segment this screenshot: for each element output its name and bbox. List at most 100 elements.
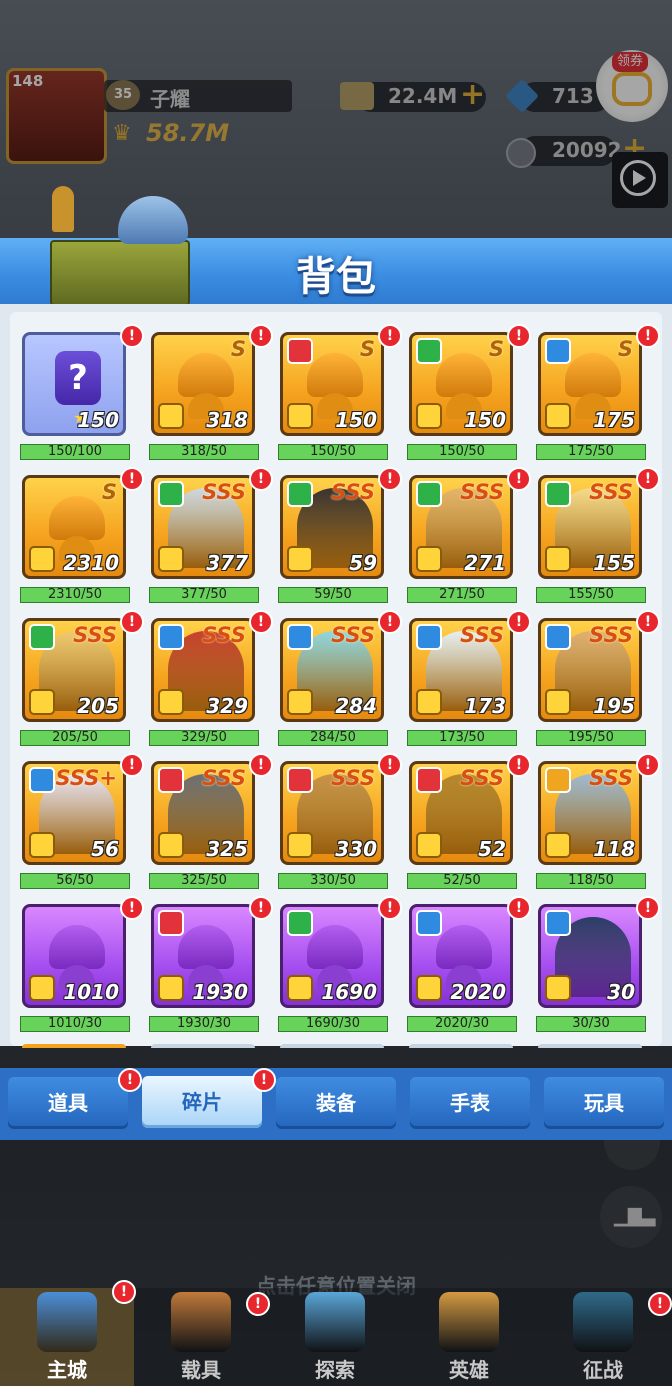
item-card[interactable]: SSS 377 [151,475,255,579]
item-card[interactable]: S 318 [151,332,255,436]
item-card[interactable]: SSS 52 [409,761,513,865]
item-card[interactable]: SSS+ 56 [22,761,126,865]
item-card[interactable]: 1010 [22,904,126,1008]
fragment-icon [416,689,442,715]
item-card[interactable]: 1930 [151,904,255,1008]
alert-badge: ! [249,896,273,920]
faction-red-icon [158,767,184,793]
progress-bar: 1690/30 [278,1016,388,1032]
faction-blue-icon [287,624,313,650]
alert-badge: ! [120,324,144,348]
tab-toys[interactable]: 玩具 [544,1077,664,1129]
faction-green-icon [545,481,571,507]
fragment-count: 30 [607,980,635,1004]
nav-alert-badge: ! [648,1292,672,1316]
fragment-icon [545,975,571,1001]
item-card[interactable]: S 2310 [22,475,126,579]
item-card[interactable]: ? ★ 150 [22,332,126,436]
item-card[interactable]: S 150 [280,332,384,436]
item-card[interactable]: 1690 [280,904,384,1008]
faction-blue-icon [158,624,184,650]
progress-text: 56/50 [56,873,94,888]
backpack-title: 背包 [296,254,376,300]
progress-text: 271/50 [439,587,485,602]
alert-badge: ! [507,467,531,491]
campaign-icon [573,1292,633,1352]
shell-icon [52,186,74,232]
item-card[interactable]: SSS 173 [409,618,513,722]
progress-text: 150/50 [439,444,485,459]
nav-main-city[interactable]: 主城 [2,1288,132,1386]
next-row-card [409,1044,513,1048]
nav-label: 英雄 [449,1358,489,1382]
fragment-count: 150 [77,408,119,432]
progress-text: 2020/30 [434,1016,489,1031]
item-card[interactable]: SSS 271 [409,475,513,579]
rank-label: SSS+ [55,766,117,790]
tab-watches[interactable]: 手表 [410,1077,530,1129]
progress-bar: 150/50 [278,444,388,460]
fragment-count: 1690 [321,980,377,1004]
nav-label: 主城 [47,1358,87,1382]
progress-bar: 155/50 [536,587,646,603]
item-card[interactable]: SSS 330 [280,761,384,865]
rank-label: SSS [460,766,504,790]
helmet-icon [436,353,492,397]
progress-bar: 173/50 [407,730,517,746]
fragment-icon [416,975,442,1001]
fragment-icon [29,546,55,572]
item-card[interactable]: SSS 284 [280,618,384,722]
item-card[interactable]: S 150 [409,332,513,436]
tab-items[interactable]: 道具 [8,1077,128,1129]
fragment-icon [158,832,184,858]
faction-red-icon [287,767,313,793]
tab-equipment[interactable]: 装备 [276,1077,396,1129]
faction-green-icon [29,624,55,650]
next-row-card [280,1044,384,1048]
alert-badge: ! [120,467,144,491]
item-card[interactable]: 2020 [409,904,513,1008]
alert-badge: ! [249,467,273,491]
item-card[interactable]: SSS 329 [151,618,255,722]
helmet-icon [307,353,363,397]
heroes-icon [439,1292,499,1352]
next-row-card [151,1044,255,1048]
alert-badge: ! [378,896,402,920]
fragment-count: 2310 [63,551,119,575]
progress-text: 59/50 [314,587,352,602]
item-card[interactable]: SSS 155 [538,475,642,579]
item-card[interactable]: 30 [538,904,642,1008]
tab-fragments[interactable]: 碎片 [142,1076,262,1128]
fragment-icon [416,546,442,572]
rank-label: SSS [460,480,504,504]
fragment-count: 330 [335,837,377,861]
item-card[interactable]: SSS 325 [151,761,255,865]
item-card[interactable]: SSS 118 [538,761,642,865]
fragment-count: 155 [593,551,635,575]
progress-bar: 195/50 [536,730,646,746]
rank-label: SSS [331,766,375,790]
alert-badge: ! [636,324,660,348]
nav-explore[interactable]: 探索 [270,1288,400,1386]
item-card[interactable]: SSS 195 [538,618,642,722]
alert-badge: ! [507,610,531,634]
progress-text: 1010/30 [47,1016,102,1031]
rank-label: SSS [73,623,117,647]
fragment-count: 150 [335,408,377,432]
fragment-icon [287,546,313,572]
progress-bar: 271/50 [407,587,517,603]
item-card[interactable]: SSS 59 [280,475,384,579]
item-card[interactable]: SSS 205 [22,618,126,722]
item-card[interactable]: S 175 [538,332,642,436]
helmet-icon [178,353,234,397]
alert-badge: ! [120,896,144,920]
progress-bar: 329/50 [149,730,259,746]
progress-bar: 377/50 [149,587,259,603]
helmet-icon [307,925,363,969]
fragment-count: 150 [464,408,506,432]
nav-heroes[interactable]: 英雄 [404,1288,534,1386]
faction-blue-icon [545,624,571,650]
progress-text: 175/50 [568,444,614,459]
faction-green-icon [416,481,442,507]
progress-bar: 1010/30 [20,1016,130,1032]
